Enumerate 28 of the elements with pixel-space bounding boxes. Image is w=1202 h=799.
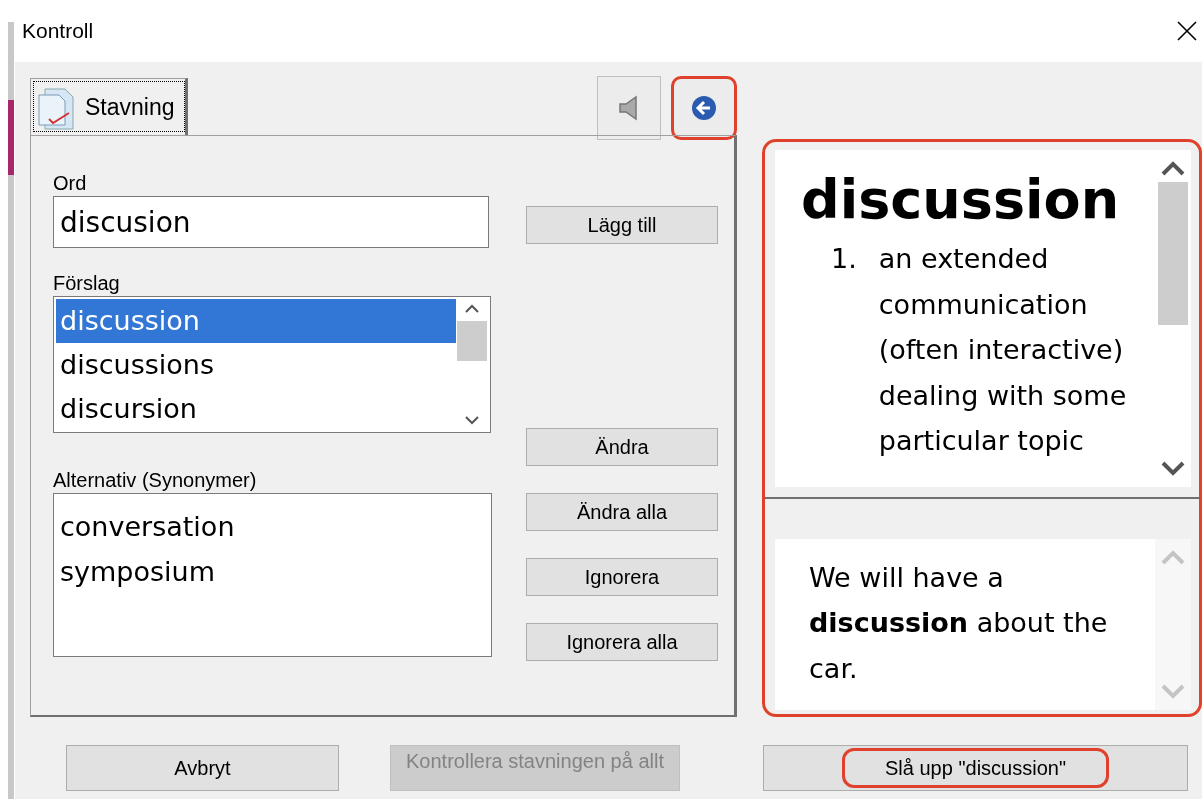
synonym-item[interactable]: symposium bbox=[60, 549, 485, 594]
dialog-button[interactable]: Avbryt bbox=[66, 745, 339, 791]
scroll-up-icon[interactable] bbox=[1160, 160, 1186, 176]
scroll-up-icon[interactable] bbox=[464, 303, 480, 313]
synonym-item[interactable]: conversation bbox=[60, 504, 485, 549]
action-button[interactable]: Ändra alla bbox=[526, 493, 718, 531]
window-title: Kontroll bbox=[22, 19, 94, 43]
suggestion-item[interactable]: discussion bbox=[56, 299, 456, 343]
close-icon[interactable] bbox=[1176, 20, 1198, 42]
scroll-down-icon[interactable] bbox=[1160, 460, 1186, 477]
example-sentence: We will have a discussion about the car. bbox=[808, 560, 1109, 686]
action-button[interactable]: Ignorera alla bbox=[526, 623, 718, 661]
scroll-down-icon[interactable] bbox=[464, 416, 480, 426]
word-label: Ord bbox=[53, 171, 88, 196]
headword: discussion bbox=[801, 168, 1121, 232]
back-button[interactable] bbox=[671, 76, 737, 140]
synonyms-label: Alternativ (Synonymer) bbox=[53, 468, 258, 493]
word-field[interactable]: discusion bbox=[53, 196, 489, 248]
action-button[interactable]: Ändra bbox=[526, 428, 718, 466]
suggestions-label: Förslag bbox=[53, 271, 121, 296]
speaker-icon bbox=[618, 95, 640, 121]
dialog-button[interactable]: Slå upp "discussion" bbox=[763, 745, 1188, 791]
sense-number: 1. bbox=[831, 242, 857, 276]
action-button[interactable]: Ignorera bbox=[526, 558, 718, 596]
add-button[interactable]: Lägg till bbox=[526, 206, 718, 244]
spelling-tab[interactable]: Stavning bbox=[30, 78, 188, 135]
speaker-button[interactable] bbox=[597, 76, 661, 140]
definition-text: an extended communication (often interactive) dealing with some particular topic bbox=[878, 242, 1128, 458]
